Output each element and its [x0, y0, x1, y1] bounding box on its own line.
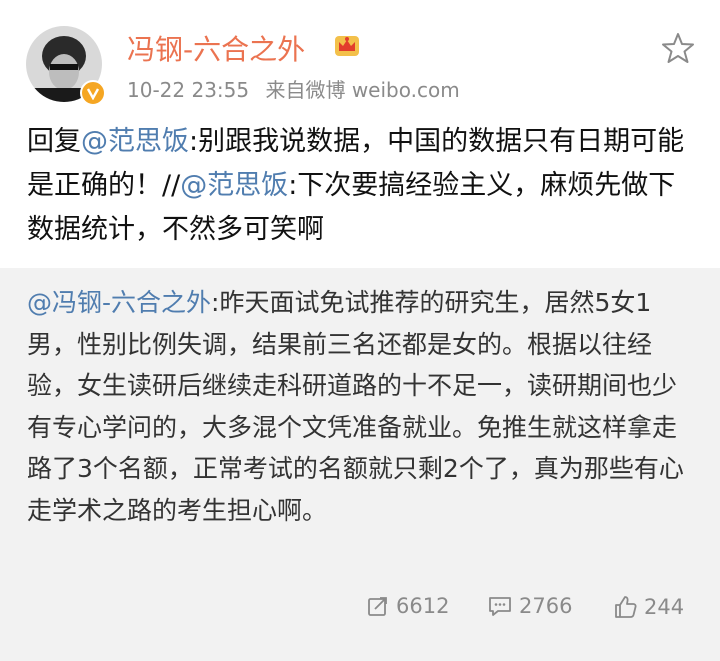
mention-link[interactable]: @冯钢-六合之外 [27, 288, 211, 317]
post-header: 冯钢-六合之外 10-22 23:55 来自微博 weibo.com [0, 0, 720, 110]
author-name[interactable]: 冯钢-六合之外 [127, 28, 305, 68]
reply-prefix: 回复 [27, 126, 81, 157]
mention-link[interactable]: @范思饭 [81, 126, 189, 157]
quoted-text: @冯钢-六合之外:昨天面试免试推荐的研究生，居然5女1男，性别比例失调，结果前三… [27, 282, 695, 531]
like-icon [615, 596, 637, 618]
star-icon[interactable] [660, 30, 696, 66]
crown-icon[interactable] [333, 32, 361, 58]
comment-button[interactable]: 2766 [487, 594, 572, 618]
post-time: 10-22 23:55 [127, 78, 250, 102]
verified-badge-icon [80, 80, 106, 106]
comment-count: 2766 [519, 594, 573, 618]
like-count: 244 [644, 595, 685, 619]
repost-button[interactable]: 6612 [366, 594, 449, 618]
like-button[interactable]: 244 [612, 594, 684, 620]
action-bar: 6612 2766 244 [0, 594, 720, 624]
repost-count: 6612 [396, 594, 450, 618]
post-meta: 10-22 23:55 来自微博 weibo.com [127, 74, 470, 103]
post-source[interactable]: 来自微博 weibo.com [265, 78, 459, 102]
mention-link[interactable]: @范思饭 [180, 170, 288, 201]
comment-icon [489, 597, 511, 616]
quoted-post[interactable]: @冯钢-六合之外:昨天面试免试推荐的研究生，居然5女1男，性别比例失调，结果前三… [0, 268, 720, 661]
reply-text: 回复@范思饭:别跟我说数据，中国的数据只有日期可能是正确的！//@范思饭:下次要… [27, 120, 697, 252]
quoted-body: :昨天面试免试推荐的研究生，居然5女1男，性别比例失调，结果前三名还都是女的。根… [27, 288, 684, 525]
repost-icon [368, 597, 387, 616]
